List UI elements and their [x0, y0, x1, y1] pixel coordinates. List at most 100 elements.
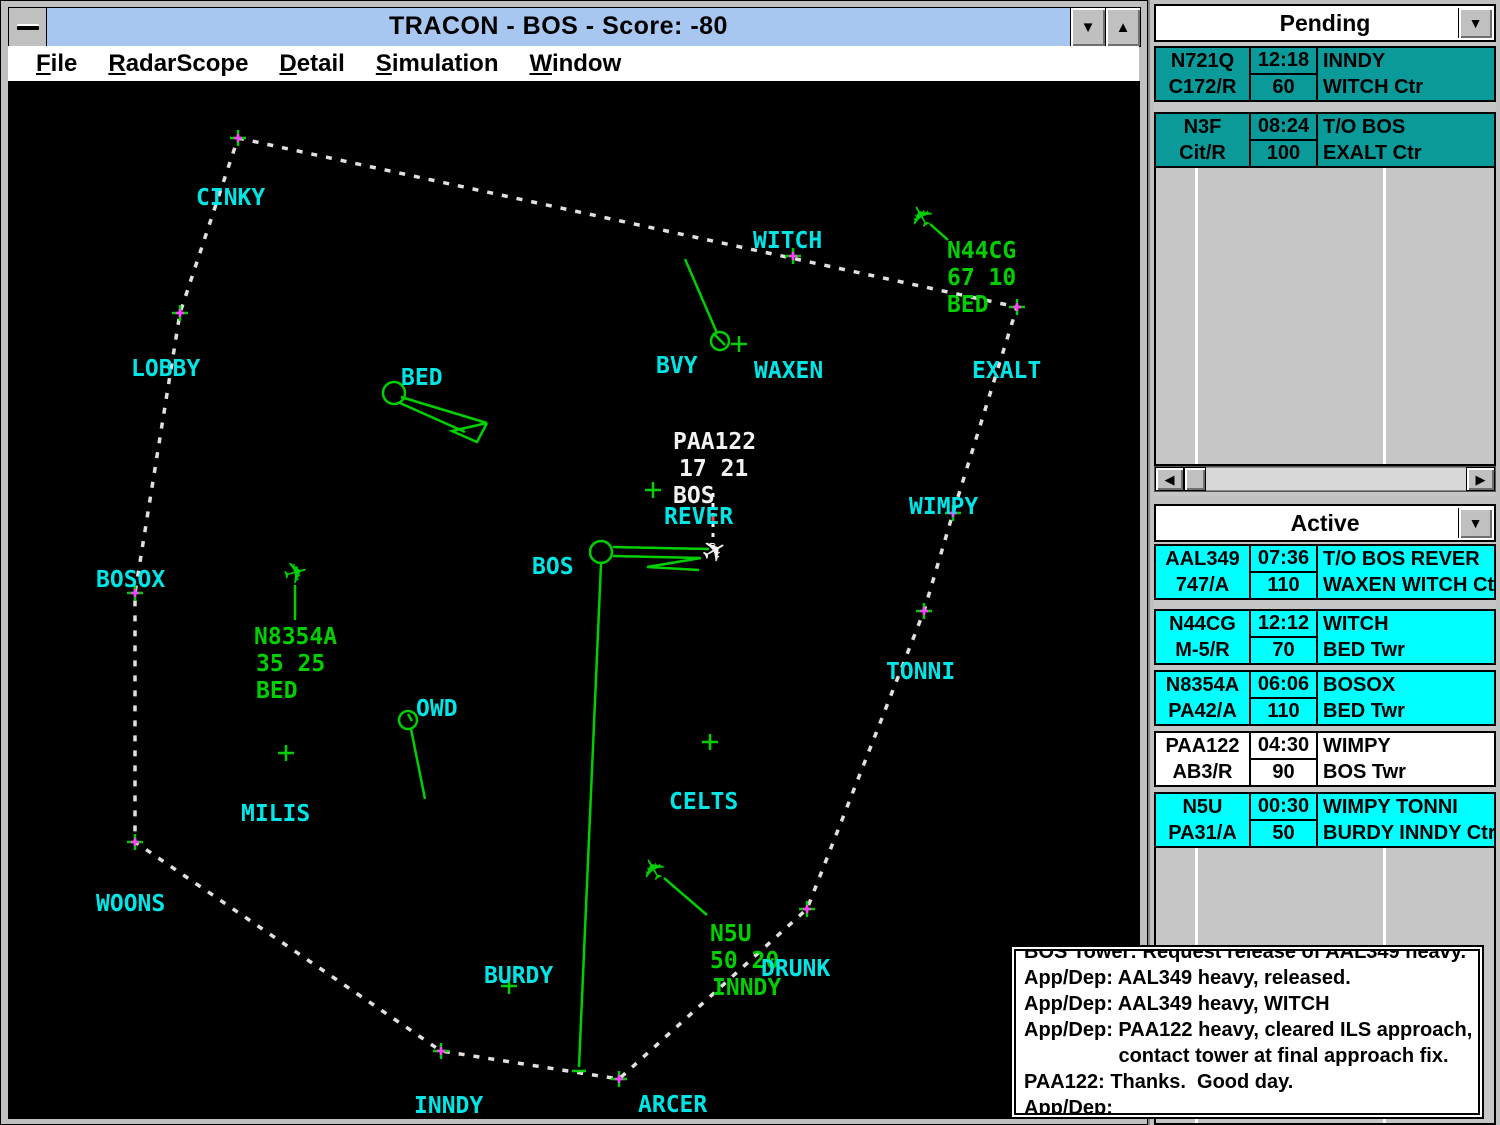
pending-panel-titlebar: Pending ▼ — [1154, 4, 1496, 42]
paa122-callsign: PAA122 — [673, 429, 756, 455]
strip-route-2: WAXEN WITCH Ctr — [1323, 574, 1494, 597]
flight-strip-n3f[interactable]: N3F Cit/R 08:24 100 T/O BOS EXALT Ctr — [1154, 112, 1496, 168]
fix-label-wimpy: WIMPY — [909, 494, 978, 520]
message-line: PAA122: Thanks. Good day. — [1016, 1069, 1478, 1095]
fix-label-drunk: DRUNK — [761, 956, 830, 982]
radio-message-window: BOS Tower: Request release of AAL349 hea… — [1010, 945, 1484, 1119]
fix-label-lobby: LOBBY — [131, 356, 200, 382]
message-line: BOS Tower: Request release of AAL349 hea… — [1016, 949, 1478, 965]
control-menu-button[interactable] — [9, 8, 47, 46]
menu-bar: File RadarScope Detail Simulation Window — [8, 46, 1139, 81]
message-line-input[interactable]: App/Dep: — [1016, 1095, 1478, 1115]
chevron-down-icon: ▼ — [1469, 15, 1483, 31]
flight-strip-n8354a[interactable]: N8354A PA42/A 06:06 110 BOSOX BED Twr — [1154, 670, 1496, 726]
strip-callsign: AAL349 — [1156, 548, 1249, 571]
tracon-main-window: TRACON - BOS - Score: -80 ▼ ▲ File Radar… — [0, 0, 1148, 1125]
fix-label-cinky: CINKY — [196, 185, 265, 211]
strip-route-2: WITCH Ctr — [1323, 76, 1494, 99]
airport-bos[interactable] — [590, 541, 709, 570]
n5u-callsign: N5U — [710, 921, 752, 947]
aircraft-n5u[interactable]: ✈ N5U 50 20 INNDY — [633, 849, 781, 1001]
scroll-right-button[interactable]: ▶ — [1466, 467, 1495, 491]
window-titlebar: TRACON - BOS - Score: -80 ▼ ▲ — [8, 7, 1141, 47]
strip-actype: 747/A — [1156, 574, 1249, 597]
strip-altitude: 50 — [1251, 821, 1316, 846]
fix-label-arcer: ARCER — [638, 1092, 707, 1118]
menu-file[interactable]: File — [36, 50, 77, 78]
menu-simulation[interactable]: Simulation — [376, 50, 499, 78]
strip-route-1: T/O BOS REVER — [1323, 548, 1494, 571]
fix-cross-celts — [702, 734, 718, 750]
strip-actype: C172/R — [1156, 76, 1249, 99]
scrollbar-thumb[interactable] — [1184, 467, 1206, 491]
flight-strip-paa122-selected[interactable]: PAA122 AB3/R 04:30 90 WIMPY BOS Twr — [1154, 731, 1496, 787]
flight-strip-aal349[interactable]: AAL349 747/A 07:36 110 T/O BOS REVER WAX… — [1154, 544, 1496, 600]
sector-boundary — [135, 138, 1017, 1079]
fix-label-celts: CELTS — [669, 789, 738, 815]
control-menu-icon — [17, 24, 39, 30]
strip-time: 12:12 — [1251, 611, 1316, 638]
flight-strip-n721q[interactable]: N721Q C172/R 12:18 60 INNDY WITCH Ctr — [1154, 46, 1496, 102]
paa122-plane-icon[interactable]: ✈ — [695, 530, 734, 573]
strip-actype: PA42/A — [1156, 700, 1249, 723]
strip-altitude: 60 — [1251, 75, 1316, 100]
strip-time: 07:36 — [1251, 546, 1316, 573]
strip-time: 08:24 — [1251, 114, 1316, 141]
strip-route-2: EXALT Ctr — [1323, 142, 1494, 165]
radar-scope[interactable]: ✈ PAA122 17 21 BOS ✈ N44CG 67 10 BED — [8, 81, 1140, 1119]
scrollbar-track[interactable] — [1206, 467, 1466, 491]
window-title: TRACON - BOS - Score: -80 — [47, 8, 1070, 46]
strip-callsign: N5U — [1156, 796, 1249, 819]
strip-time: 00:30 — [1251, 794, 1316, 821]
n44cg-plane-icon[interactable]: ✈ — [901, 196, 944, 235]
aircraft-paa122[interactable]: ✈ PAA122 17 21 BOS — [673, 429, 756, 573]
maximize-button[interactable]: ▲ — [1105, 8, 1140, 46]
message-line: App/Dep: AAL349 heavy, WITCH — [1016, 991, 1478, 1017]
bos-ils-line — [572, 564, 601, 1071]
paa122-datablock: PAA122 17 21 BOS — [673, 429, 756, 509]
menu-radarscope[interactable]: RadarScope — [108, 50, 248, 78]
fix-cross-milis — [278, 745, 294, 761]
strip-altitude: 100 — [1251, 141, 1316, 166]
nav-labels: CINKY LOBBY BOSOX WOONS MILIS INNDY BURD… — [96, 185, 1041, 1119]
strip-actype: PA31/A — [1156, 822, 1249, 845]
pending-empty-area — [1154, 168, 1496, 466]
pending-dropdown-button[interactable]: ▼ — [1458, 8, 1492, 38]
maximize-icon: ▲ — [1116, 19, 1131, 36]
menu-detail[interactable]: Detail — [279, 50, 344, 78]
empty-strip-divider — [1383, 168, 1386, 464]
aircraft-n44cg[interactable]: ✈ N44CG 67 10 BED — [901, 196, 1016, 318]
airport-bvy[interactable] — [711, 332, 729, 350]
airport-bed[interactable] — [383, 382, 487, 442]
n44cg-alt-speed: 67 10 — [947, 265, 1016, 291]
radio-message-log: BOS Tower: Request release of AAL349 hea… — [1014, 949, 1480, 1115]
strip-time: 12:18 — [1251, 48, 1316, 75]
fix-markers — [127, 130, 1025, 1087]
pending-horizontal-scrollbar[interactable]: ◀ ▶ — [1154, 466, 1496, 492]
strip-route-1: INNDY — [1323, 50, 1494, 73]
minimize-button[interactable]: ▼ — [1070, 8, 1105, 46]
strip-route-2: BED Twr — [1323, 700, 1494, 723]
scroll-left-icon: ◀ — [1165, 472, 1175, 487]
fix-label-rever: REVER — [664, 504, 733, 530]
strip-actype: Cit/R — [1156, 142, 1249, 165]
aircraft-n8354a[interactable]: ✈ N8354A 35 25 BED — [254, 553, 337, 704]
n8354a-datablock: N8354A 35 25 BED — [254, 624, 337, 704]
n8354a-plane-icon[interactable]: ✈ — [279, 553, 312, 593]
airport-label-bvy: BVY — [656, 353, 698, 379]
airport-owd[interactable] — [399, 711, 417, 729]
active-panel-title: Active — [1290, 510, 1359, 536]
menu-window[interactable]: Window — [529, 50, 621, 78]
flight-strip-n44cg[interactable]: N44CG M-5/R 12:12 70 WITCH BED Twr — [1154, 609, 1496, 665]
n44cg-leader-line — [930, 224, 948, 240]
active-dropdown-button[interactable]: ▼ — [1458, 508, 1492, 538]
pending-panel-title: Pending — [1280, 10, 1371, 36]
fix-label-waxen: WAXEN — [754, 358, 823, 384]
n5u-leader-line — [664, 878, 707, 915]
scroll-left-button[interactable]: ◀ — [1155, 467, 1184, 491]
approach-lines — [411, 259, 717, 1071]
n8354a-callsign: N8354A — [254, 624, 337, 650]
airport-label-bos: BOS — [532, 554, 574, 580]
flight-strip-n5u[interactable]: N5U PA31/A 00:30 50 WIMPY TONNI BURDY IN… — [1154, 792, 1496, 848]
fix-cross-waxen — [731, 336, 747, 352]
